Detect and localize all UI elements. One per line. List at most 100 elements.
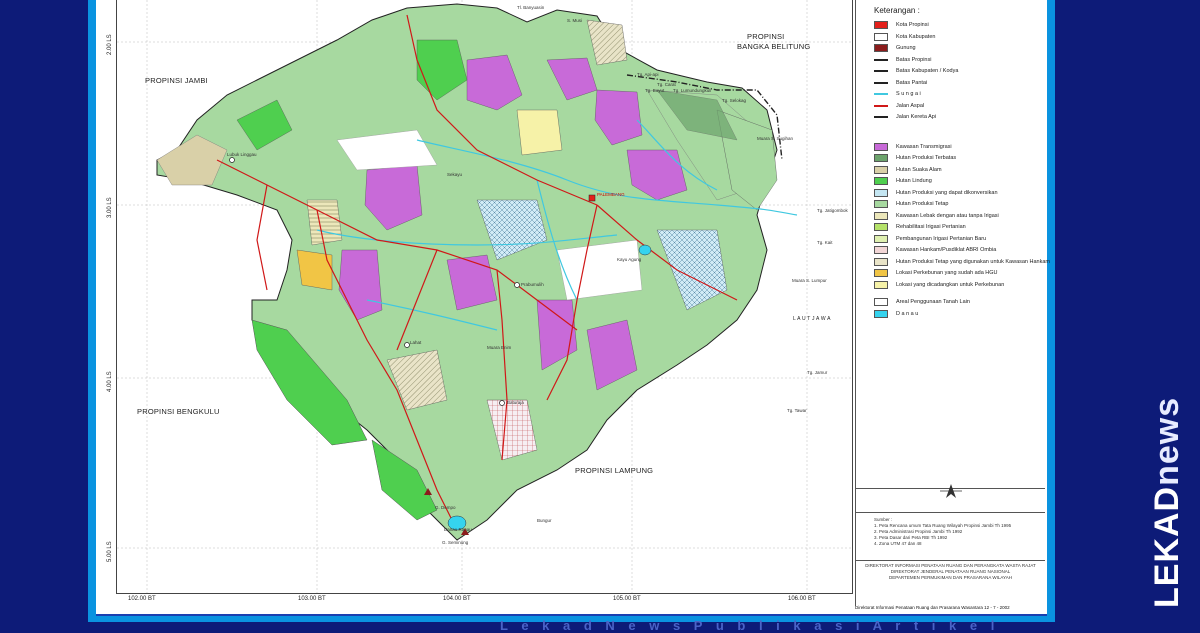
legend-item: D a n a u [874,309,918,319]
legend-item: Kawasan Transmigrasi [874,142,952,152]
legend-swatch [874,309,888,318]
legend-swatch [874,188,888,197]
regency-marker [514,282,520,288]
legend-label: Lokasi yang dicadangkan untuk Perkebunan [896,281,1005,288]
legend-item: Pembangunan Irigasi Pertanian Baru [874,234,986,244]
legend-item: Hutan Produksi Tetap yang digunakan untu… [874,257,1050,267]
legend-item: Hutan Suaka Alam [874,165,942,175]
regency-marker [229,157,235,163]
legend-label: Hutan Produksi Tetap yang digunakan untu… [896,258,1050,265]
legend-item: Lokasi yang dicadangkan untuk Perkebunan [874,280,1004,290]
legend-swatch [874,269,888,277]
legend-title: Keterangan : [874,6,920,15]
legend-item: Gunung [874,43,916,53]
legend-label: Hutan Suaka Alam [896,166,942,173]
legend-item: Batas Propinsi [874,55,931,65]
legend-label: Hutan Produksi Tetap [896,201,949,207]
legend-swatch [874,200,888,208]
north-arrow-icon [940,484,962,498]
railway-icon [874,116,888,118]
place-label: G. Dempo [435,505,456,510]
legend-item: Hutan Produksi Terbatas [874,153,956,163]
lat-tick: 4.00 LS [107,371,113,392]
triangle-icon [874,44,888,52]
legend-label: Kota Propinsi [896,22,929,28]
map-svg [117,0,852,593]
legend-label: Rehabilitasi Irigasi Pertanian [896,224,966,230]
place-label: Muara Enim [487,345,512,350]
place-label: Kayu Agung [617,257,642,262]
map-area: PROPINSI JAMBI PROPINSI BANGKA BELITUNG … [116,0,853,594]
road-icon [874,104,888,107]
agency-block: DIREKTORAT INFORMASI PENATAAN RUANG DAN … [856,563,1045,581]
legend-item: S u n g a i [874,89,921,99]
dash-dot-line-icon [874,58,888,61]
legend-item: Kawasan Lebak dengan atau tanpa Irigasi [874,211,999,221]
place-label: Tg. Carat [657,82,676,87]
square-marker-icon [874,21,888,29]
place-label: Tl. Banyuasin [517,5,545,10]
circle-cross-icon [874,32,888,41]
region-label-lampung: PROPINSI LAMPUNG [575,466,654,475]
legend-label: Kota Kabupaten [896,33,936,40]
sea-label-laut-jawa: L A U T J A W A [793,316,831,322]
legend-label: Lokasi Perkebunan yang sudah ada HGU [896,270,998,276]
legend-swatch [874,257,888,266]
legend-label: Batas Kabupaten / Kodya [896,68,959,74]
place-label: Bungur [537,518,552,523]
place-label: Sekayu [447,172,463,177]
map-credit: Direktorat Informasi Penataan Ruang dan … [855,605,1010,610]
legend-divider [856,512,1045,513]
lat-tick: 3.00 LS [107,197,113,218]
legend-item: Hutan Lindung [874,176,932,186]
brand-watermark: LEKADnews [1148,397,1187,608]
place-label: Danau Ranau [444,527,472,532]
legend-swatch [874,234,888,243]
legend-swatch [874,177,888,185]
legend-label: Gunung [896,45,916,51]
place-label: Tg. Lumundungkuli [673,88,712,93]
place-label: Muara S. Sugihan [757,136,794,141]
legend-label: D a n a u [896,310,919,317]
legend-item: Kawasan Hankam/Pusdiklat ABRI Ombia [874,245,996,255]
legend-label: Batas Pantai [896,79,928,86]
place-label: Lahat [410,340,422,345]
legend-label: Kawasan Lebak dengan atau tanpa Irigasi [896,212,999,219]
lon-tick: 105.00 BT [613,596,641,602]
lat-tick: 2.00 LS [107,34,113,55]
place-label: Tg. Kait [817,240,833,245]
region-label-bengkulu: PROPINSI BENGKULU [137,407,220,416]
lat-tick: 5.00 LS [107,541,113,562]
legend-swatch [874,246,888,254]
region-label-jambi: PROPINSI JAMBI [145,76,208,85]
brand-light: news [1148,396,1186,486]
legend-panel: Keterangan : Kota Propinsi Kota Kabupaten… [855,0,1050,606]
legend-item: Kota Kabupaten [874,32,935,42]
legend-label: Hutan Lindung [896,178,932,184]
legend-item: Lokasi Perkebunan yang sudah ada HGU [874,268,998,278]
place-label: Tg. Api-api [637,72,659,77]
place-label: Prabumulih [521,282,544,287]
regency-marker [499,400,505,406]
legend-label: S u n g a i [896,91,921,97]
place-label: S. Musi [567,18,583,23]
source-line: 4. Zona UTM 47 dan 48 [874,541,922,546]
city-marker-palembang [588,194,596,202]
lon-tick: 106.00 BT [788,596,816,602]
legend-label: Kawasan Transmigrasi [896,143,952,150]
legend-item: Hutan Produksi Tetap [874,199,949,209]
place-label: G. Seminung [442,540,469,545]
agency-line: DEPARTEMEN PERMUKIMAN DAN PRASARANA WILA… [889,575,1012,580]
legend-swatch [874,142,888,151]
legend-label: Kawasan Hankam/Pusdiklat ABRI Ombia [896,247,997,253]
river-icon [874,93,888,95]
dash-line-icon [874,70,888,72]
legend-item: Jalan Kereta Api [874,112,936,122]
region-label-bangka-2: BANGKA BELITUNG [737,42,811,51]
region-label-bangka-1: PROPINSI [747,32,785,41]
place-label: Muara S. Lumpur [792,278,827,283]
place-label: Tg. Selokag [722,98,747,103]
legend-swatch [874,165,888,174]
bottom-banner-text: L e k a d N e w s P u b l i k a s i A r … [500,618,1000,633]
place-label: Tg. Tawar [787,408,807,413]
